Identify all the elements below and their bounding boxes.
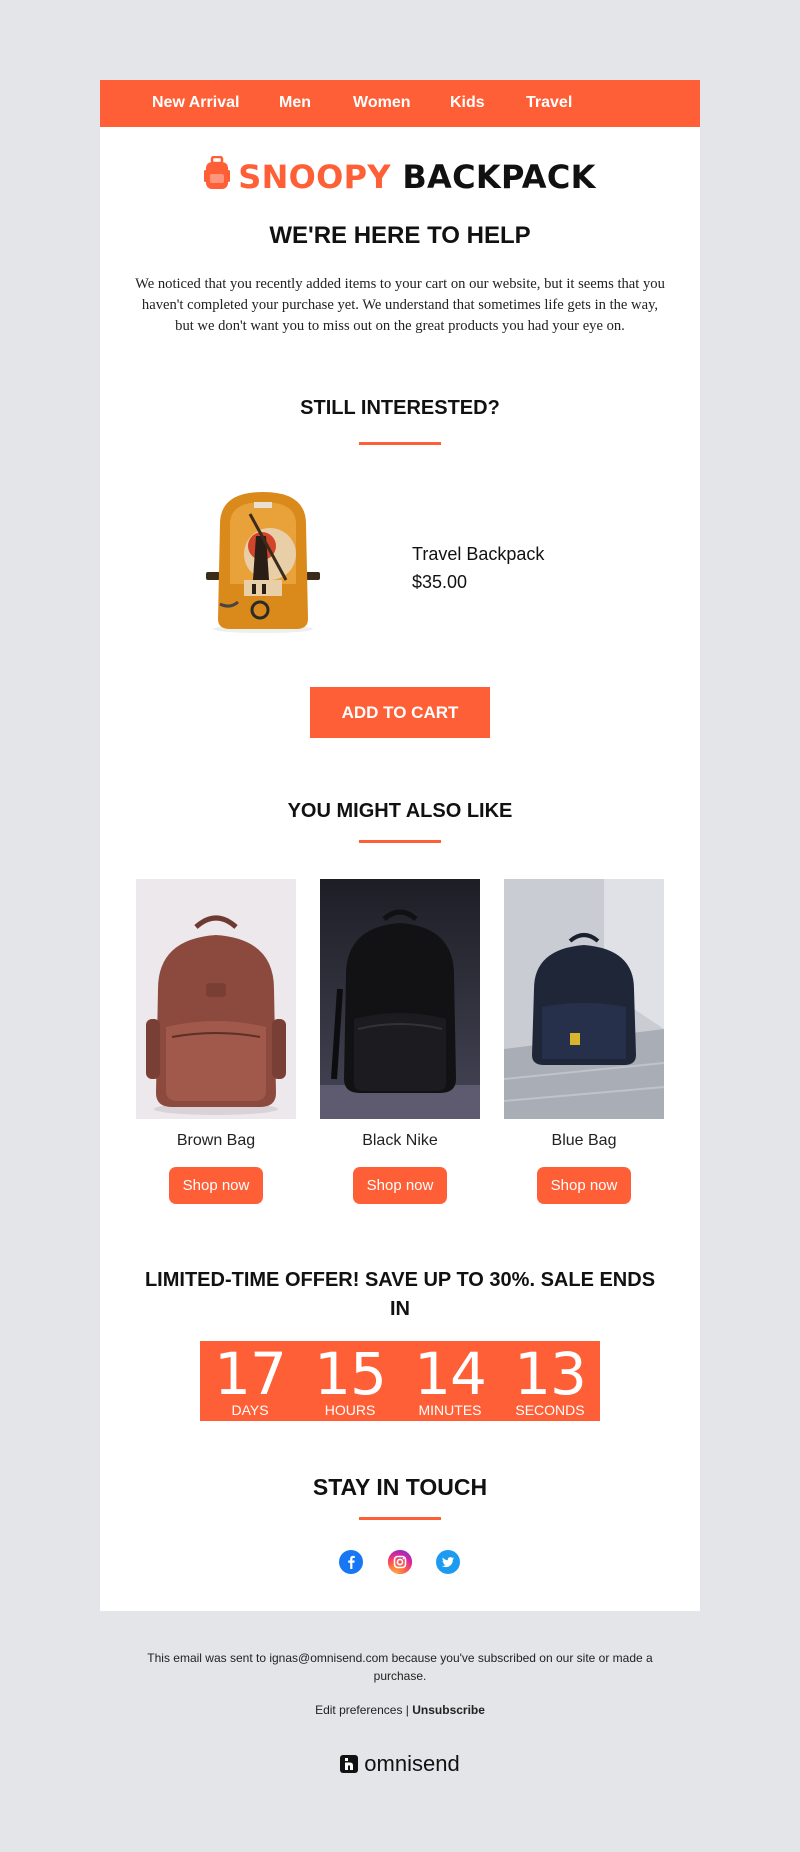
omnisend-logo[interactable]: omnisend	[0, 1751, 800, 1779]
nav-item-new-arrival[interactable]: New Arrival	[152, 94, 239, 112]
hero-title: WE'RE HERE TO HELP	[269, 222, 531, 249]
brand-name-accent: SNOOPY	[238, 158, 391, 196]
rec-item-name-blue-bag[interactable]: Blue Bag	[504, 1132, 664, 1150]
shop-now-button-brown-bag[interactable]: Shop now	[169, 1167, 263, 1204]
brand-name-rest: BACKPACK	[402, 158, 596, 196]
rec-item-name-black-nike[interactable]: Black Nike	[320, 1132, 480, 1150]
instagram-icon[interactable]	[388, 1550, 412, 1574]
countdown-hours-label: HOURS	[324, 1402, 376, 1418]
shop-now-button-black-nike[interactable]: Shop now	[353, 1167, 447, 1204]
omnisend-wordmark: omnisend	[364, 1751, 460, 1776]
recommendations-title-divider	[359, 840, 441, 843]
nav-item-women[interactable]: Women	[353, 94, 410, 112]
countdown-minutes: 14 MINUTES	[400, 1341, 500, 1421]
nav-item-men[interactable]: Men	[279, 94, 311, 112]
countdown-days-value: 17	[214, 1340, 287, 1408]
unsubscribe-link[interactable]: Unsubscribe	[412, 1703, 485, 1717]
social-title-divider	[359, 1517, 441, 1520]
countdown-days-label: DAYS	[231, 1402, 269, 1418]
edit-preferences-link[interactable]: Edit preferences	[315, 1703, 402, 1717]
backpack-icon	[204, 155, 231, 198]
countdown-seconds: 13 SECONDS	[500, 1341, 600, 1421]
cart-product-name[interactable]: Travel Backpack	[412, 544, 544, 565]
brown-bag-image[interactable]	[136, 879, 296, 1119]
omnisend-icon	[340, 1753, 359, 1779]
black-nike-image[interactable]	[320, 879, 480, 1119]
twitter-icon[interactable]	[436, 1550, 460, 1574]
countdown-minutes-value: 14	[414, 1340, 487, 1408]
cart-section-title: STILL INTERESTED?	[300, 397, 500, 419]
recommendations-title: YOU MIGHT ALSO LIKE	[287, 800, 513, 822]
facebook-icon[interactable]	[339, 1550, 363, 1574]
countdown-days: 17 DAYS	[200, 1341, 300, 1421]
cart-product-price: $35.00	[412, 572, 468, 592]
footer-separator: |	[402, 1703, 413, 1717]
countdown-hours-value: 15	[314, 1340, 387, 1408]
hero-text: We noticed that you recently added items…	[135, 276, 665, 334]
rec-item-name-brown-bag[interactable]: Brown Bag	[136, 1132, 296, 1150]
brand-logo[interactable]: SNOOPY BACKPACK	[100, 155, 700, 200]
social-title: STAY IN TOUCH	[312, 1474, 488, 1500]
add-to-cart-button[interactable]: ADD TO CART	[310, 687, 490, 738]
blue-bag-image[interactable]	[504, 879, 664, 1119]
countdown-seconds-label: SECONDS	[515, 1402, 585, 1418]
cart-title-divider	[359, 442, 441, 445]
countdown-seconds-value: 13	[514, 1340, 587, 1408]
countdown-timer: 17 DAYS 15 HOURS 14 MINUTES 13 SECONDS	[200, 1341, 600, 1421]
countdown-minutes-label: MINUTES	[418, 1402, 482, 1418]
shop-now-button-blue-bag[interactable]: Shop now	[537, 1167, 631, 1204]
nav-item-kids[interactable]: Kids	[450, 94, 485, 112]
top-nav: New Arrival Men Women Kids Travel	[100, 80, 700, 127]
offer-text: LIMITED-TIME OFFER! SAVE UP TO 30%. SALE…	[144, 1269, 656, 1320]
footer-links: Edit preferences | Unsubscribe	[0, 1703, 800, 1717]
footer-notice: This email was sent to ignas@omnisend.co…	[147, 1651, 653, 1683]
nav-item-travel[interactable]: Travel	[526, 94, 572, 112]
email-card: New Arrival Men Women Kids Travel SNOOPY…	[100, 80, 700, 1611]
travel-backpack-image[interactable]	[190, 484, 336, 634]
countdown-hours: 15 HOURS	[300, 1341, 400, 1421]
